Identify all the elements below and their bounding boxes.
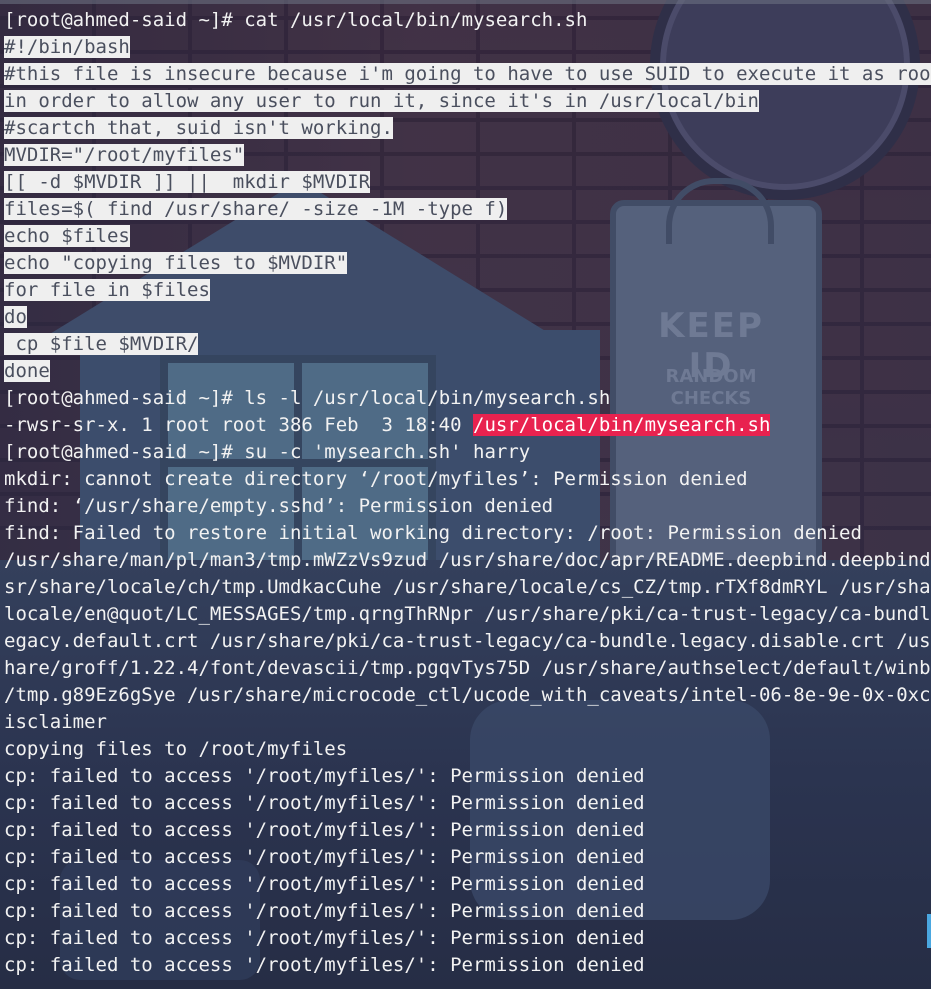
selected-text: for file in $files xyxy=(4,279,210,301)
script-line: cp $file $MVDIR/ xyxy=(4,331,931,358)
command-text: ls -l /usr/local/bin/mysearch.sh xyxy=(244,387,611,409)
terminal-command-line: [root@ahmed-said ~]# cat /usr/local/bin/… xyxy=(4,7,931,34)
shell-prompt: [root@ahmed-said ~]# xyxy=(4,387,233,409)
command-text: su -c 'mysearch.sh' harry xyxy=(244,441,531,463)
output-line: cp: failed to access '/root/myfiles/': P… xyxy=(4,765,645,787)
script-line: echo $files xyxy=(4,223,931,250)
output-line: cp: failed to access '/root/myfiles/': P… xyxy=(4,846,645,868)
selected-text: #this file is insecure because i'm going… xyxy=(4,63,931,85)
selected-text: do xyxy=(4,306,27,328)
output-line: egacy.default.crt /usr/share/pki/ca-trus… xyxy=(4,630,931,652)
script-line: MVDIR="/root/myfiles" xyxy=(4,142,931,169)
file-permissions: -rwsr-sr-x. 1 root root 386 Feb 3 18:40 xyxy=(4,414,473,436)
selected-text: in order to allow any user to run it, si… xyxy=(4,90,759,112)
selected-text: #!/bin/bash xyxy=(4,36,130,58)
shell-prompt: [root@ahmed-said ~]# xyxy=(4,441,233,463)
output-line: cp: failed to access '/root/myfiles/': P… xyxy=(4,927,645,949)
output-line: cp: failed to access '/root/myfiles/': P… xyxy=(4,792,645,814)
script-line: #this file is insecure because i'm going… xyxy=(4,61,931,88)
selected-text: echo "copying files to $MVDIR" xyxy=(4,252,348,274)
script-line: do xyxy=(4,304,931,331)
window-top-border xyxy=(0,0,931,4)
scrollbar-indicator[interactable] xyxy=(927,914,931,948)
output-line: cp: failed to access '/root/myfiles/': P… xyxy=(4,954,645,976)
output-line: mkdir: cannot create directory ‘/root/my… xyxy=(4,468,748,490)
script-line: files=$( find /usr/share/ -size -1M -typ… xyxy=(4,196,931,223)
command-text: cat /usr/local/bin/mysearch.sh xyxy=(244,9,588,31)
output-line: /tmp.g89Ez6gSye /usr/share/microcode_ctl… xyxy=(4,684,931,706)
script-line: #scartch that, suid isn't working. xyxy=(4,115,931,142)
script-line: in order to allow any user to run it, si… xyxy=(4,88,931,115)
shell-prompt: [root@ahmed-said ~]# xyxy=(4,9,233,31)
selected-text: MVDIR="/root/myfiles" xyxy=(4,144,245,166)
output-line: cp: failed to access '/root/myfiles/': P… xyxy=(4,900,645,922)
selected-text: #scartch that, suid isn't working. xyxy=(4,117,393,139)
output-line: find: ‘/usr/share/empty.sshd’: Permissio… xyxy=(4,495,554,517)
script-line: [[ -d $MVDIR ]] || mkdir $MVDIR xyxy=(4,169,931,196)
executable-filename: /usr/local/bin/mysearch.sh xyxy=(473,414,771,436)
output-line: cp: failed to access '/root/myfiles/': P… xyxy=(4,819,645,841)
output-line: /usr/share/man/pl/man3/tmp.mWZzVs9zud /u… xyxy=(4,549,931,571)
terminal-command-line: [root@ahmed-said ~]# su -c 'mysearch.sh'… xyxy=(4,439,931,466)
selected-text: files=$( find /usr/share/ -size -1M -typ… xyxy=(4,198,508,220)
ls-output-line: -rwsr-sr-x. 1 root root 386 Feb 3 18:40 … xyxy=(4,412,931,439)
selected-text: done xyxy=(4,360,50,382)
script-line: for file in $files xyxy=(4,277,931,304)
selected-text: [[ -d $MVDIR ]] || mkdir $MVDIR xyxy=(4,171,371,193)
script-line: #!/bin/bash xyxy=(4,34,931,61)
terminal-output[interactable]: [root@ahmed-said ~]# cat /usr/local/bin/… xyxy=(4,7,931,979)
output-line: locale/en@quot/LC_MESSAGES/tmp.qrngThRNp… xyxy=(4,603,931,625)
output-line: isclaimer xyxy=(4,711,107,733)
output-line: copying files to /root/myfiles xyxy=(4,738,348,760)
output-line: find: Failed to restore initial working … xyxy=(4,522,862,544)
output-line: hare/groff/1.22.4/font/devascii/tmp.pgqv… xyxy=(4,657,931,679)
output-line: sr/share/locale/ch/tmp.UmdkacCuhe /usr/s… xyxy=(4,576,931,598)
selected-text: cp $file $MVDIR/ xyxy=(4,333,199,355)
output-line: cp: failed to access '/root/myfiles/': P… xyxy=(4,873,645,895)
script-line: echo "copying files to $MVDIR" xyxy=(4,250,931,277)
script-line: done xyxy=(4,358,931,385)
selected-text: echo $files xyxy=(4,225,130,247)
terminal-command-line: [root@ahmed-said ~]# ls -l /usr/local/bi… xyxy=(4,385,931,412)
